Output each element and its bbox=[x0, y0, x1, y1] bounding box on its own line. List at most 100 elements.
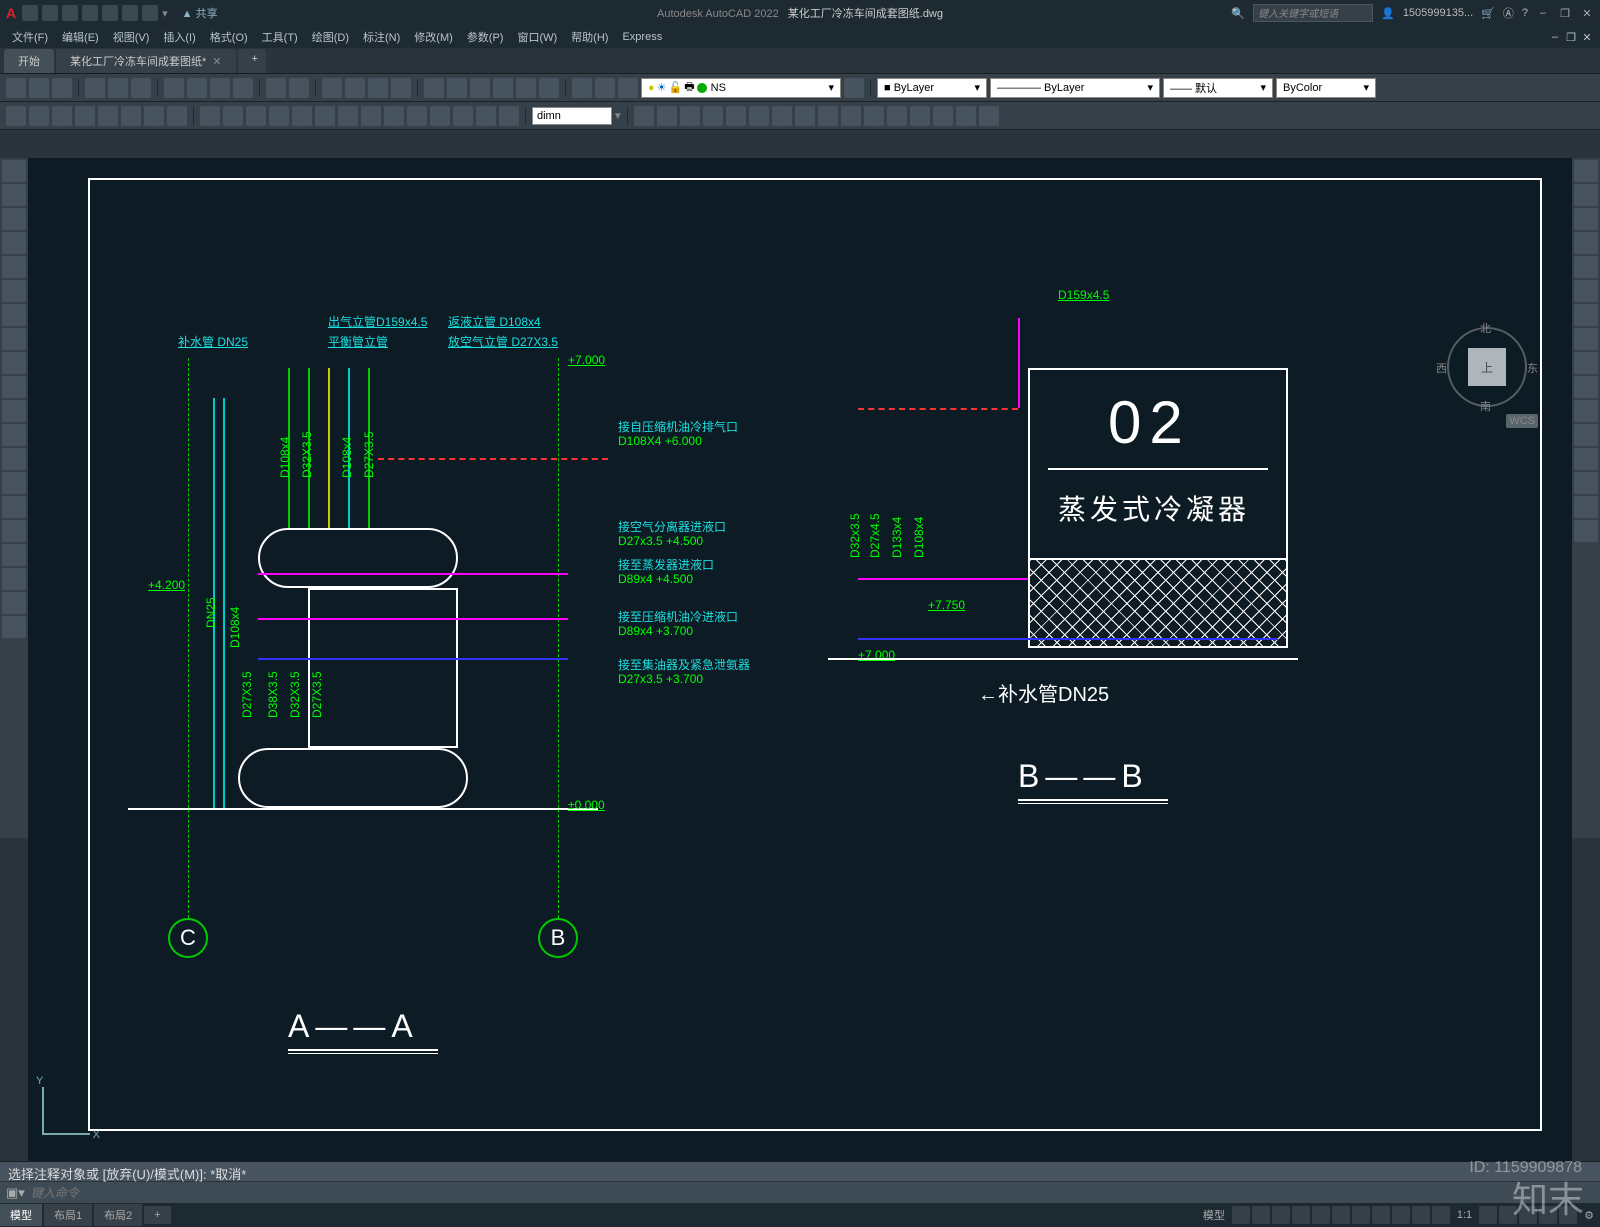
polygon-icon[interactable] bbox=[121, 106, 141, 126]
status-polar-icon[interactable] bbox=[1292, 1206, 1310, 1224]
menu-window[interactable]: 窗口(W) bbox=[511, 27, 563, 47]
pan-icon[interactable] bbox=[322, 78, 342, 98]
erase-icon[interactable] bbox=[499, 106, 519, 126]
qc-icon[interactable] bbox=[539, 78, 559, 98]
viewcube-top[interactable]: 上 bbox=[1468, 348, 1506, 386]
doc-close-button[interactable]: ✕ bbox=[1580, 30, 1594, 44]
layer-dropdown[interactable]: ●☀🔓🖶 NS▾ bbox=[641, 78, 841, 98]
linetype-dropdown[interactable]: ———— ByLayer▾ bbox=[990, 78, 1160, 98]
qat-new-icon[interactable] bbox=[22, 5, 38, 21]
dim-ord-icon[interactable] bbox=[749, 106, 769, 126]
status-otrack-icon[interactable] bbox=[1332, 1206, 1350, 1224]
pl-ellipse-icon[interactable] bbox=[2, 376, 26, 398]
line-icon[interactable] bbox=[6, 106, 26, 126]
copy2-icon[interactable] bbox=[223, 106, 243, 126]
qat-undo-icon[interactable] bbox=[122, 5, 138, 21]
user-label[interactable]: 1505999135... bbox=[1403, 7, 1473, 19]
paste-icon[interactable] bbox=[210, 78, 230, 98]
zoomprev-icon[interactable] bbox=[391, 78, 411, 98]
redo2-icon[interactable] bbox=[289, 78, 309, 98]
pr-extend-icon[interactable] bbox=[1574, 400, 1598, 422]
rotate-icon[interactable] bbox=[246, 106, 266, 126]
array-icon[interactable] bbox=[453, 106, 473, 126]
dim-edit-icon[interactable] bbox=[910, 106, 930, 126]
zoom-icon[interactable] bbox=[345, 78, 365, 98]
pr-explode-icon[interactable] bbox=[1574, 520, 1598, 542]
layer-freeze-icon[interactable] bbox=[618, 78, 638, 98]
rect-icon[interactable] bbox=[98, 106, 118, 126]
qat-saveas-icon[interactable] bbox=[82, 5, 98, 21]
cut-icon[interactable] bbox=[164, 78, 184, 98]
pl-ellarc-icon[interactable] bbox=[2, 400, 26, 422]
tol-icon[interactable] bbox=[864, 106, 884, 126]
cart-icon[interactable]: 🛒 bbox=[1481, 7, 1495, 20]
menu-param[interactable]: 参数(P) bbox=[461, 27, 510, 47]
pl-insert-icon[interactable] bbox=[2, 424, 26, 446]
menu-draw[interactable]: 绘图(D) bbox=[306, 27, 355, 47]
search-input[interactable]: 键入关键字或短语 bbox=[1253, 4, 1373, 22]
pl-arc-icon[interactable] bbox=[2, 280, 26, 302]
pl-polygon-icon[interactable] bbox=[2, 232, 26, 254]
status-hw-icon[interactable] bbox=[1539, 1206, 1557, 1224]
dim-style-icon[interactable] bbox=[979, 106, 999, 126]
ellipse-icon[interactable] bbox=[144, 106, 164, 126]
status-snap-icon[interactable] bbox=[1252, 1206, 1270, 1224]
status-monitor-icon[interactable] bbox=[1499, 1206, 1517, 1224]
min-button[interactable]: – bbox=[1536, 6, 1550, 20]
tab-close-icon[interactable]: ✕ bbox=[212, 56, 221, 68]
status-ws-icon[interactable] bbox=[1479, 1206, 1497, 1224]
pr-chamfer-icon[interactable] bbox=[1574, 472, 1598, 494]
status-qsel-icon[interactable] bbox=[1412, 1206, 1430, 1224]
tab-document[interactable]: 某化工厂冷冻车间成套图纸*✕ bbox=[56, 49, 236, 73]
menu-tools[interactable]: 工具(T) bbox=[256, 27, 304, 47]
pr-trim-icon[interactable] bbox=[1574, 376, 1598, 398]
pl-circle-icon[interactable] bbox=[2, 304, 26, 326]
status-iso-icon[interactable] bbox=[1519, 1206, 1537, 1224]
pl-region-icon[interactable] bbox=[2, 544, 26, 566]
pr-join-icon[interactable] bbox=[1574, 448, 1598, 470]
dim-dia-icon[interactable] bbox=[726, 106, 746, 126]
tab-new[interactable]: + bbox=[238, 49, 266, 73]
menu-insert[interactable]: 插入(I) bbox=[157, 27, 201, 47]
undo2-icon[interactable] bbox=[266, 78, 286, 98]
offset-icon[interactable] bbox=[430, 106, 450, 126]
layout-tab-2[interactable]: 布局2 bbox=[94, 1204, 142, 1226]
view-cube[interactable]: 上 北 南 东 西 WCS bbox=[1442, 322, 1532, 412]
pr-scale-icon[interactable] bbox=[1574, 328, 1598, 350]
tab-start[interactable]: 开始 bbox=[4, 49, 54, 73]
dim-lin-icon[interactable] bbox=[634, 106, 654, 126]
max-button[interactable]: ❐ bbox=[1558, 6, 1572, 20]
menu-modify[interactable]: 修改(M) bbox=[408, 27, 459, 47]
chamfer-icon[interactable] bbox=[407, 106, 427, 126]
dim-rad-icon[interactable] bbox=[703, 106, 723, 126]
menu-dim[interactable]: 标注(N) bbox=[357, 27, 406, 47]
publish-icon[interactable] bbox=[131, 78, 151, 98]
pl-revcloud-icon[interactable] bbox=[2, 328, 26, 350]
dim-ali-icon[interactable] bbox=[657, 106, 677, 126]
dc-icon[interactable] bbox=[447, 78, 467, 98]
pl-block-icon[interactable] bbox=[2, 448, 26, 470]
status-grid-icon[interactable] bbox=[1232, 1206, 1250, 1224]
viewcube-wcs[interactable]: WCS bbox=[1506, 414, 1538, 428]
dim-upd-icon[interactable] bbox=[956, 106, 976, 126]
cmark-icon[interactable] bbox=[887, 106, 907, 126]
menu-format[interactable]: 格式(O) bbox=[204, 27, 254, 47]
pr-move-icon[interactable] bbox=[1574, 280, 1598, 302]
status-scale[interactable]: 1:1 bbox=[1451, 1209, 1478, 1221]
help-icon[interactable]: ? bbox=[1522, 7, 1528, 19]
props-icon[interactable] bbox=[424, 78, 444, 98]
hatch-icon[interactable] bbox=[167, 106, 187, 126]
doc-max-button[interactable]: ❐ bbox=[1564, 30, 1578, 44]
qat-plot-icon[interactable] bbox=[102, 5, 118, 21]
dimstyle-input[interactable] bbox=[532, 107, 612, 125]
qat-save-icon[interactable] bbox=[62, 5, 78, 21]
layer-prev-icon[interactable] bbox=[844, 78, 864, 98]
copy-icon[interactable] bbox=[187, 78, 207, 98]
mirror-icon[interactable] bbox=[269, 106, 289, 126]
pl-line-icon[interactable] bbox=[2, 160, 26, 182]
save-icon[interactable] bbox=[52, 78, 72, 98]
pline-icon[interactable] bbox=[29, 106, 49, 126]
pr-mirror-icon[interactable] bbox=[1574, 208, 1598, 230]
match-icon[interactable] bbox=[233, 78, 253, 98]
trim-icon[interactable] bbox=[338, 106, 358, 126]
